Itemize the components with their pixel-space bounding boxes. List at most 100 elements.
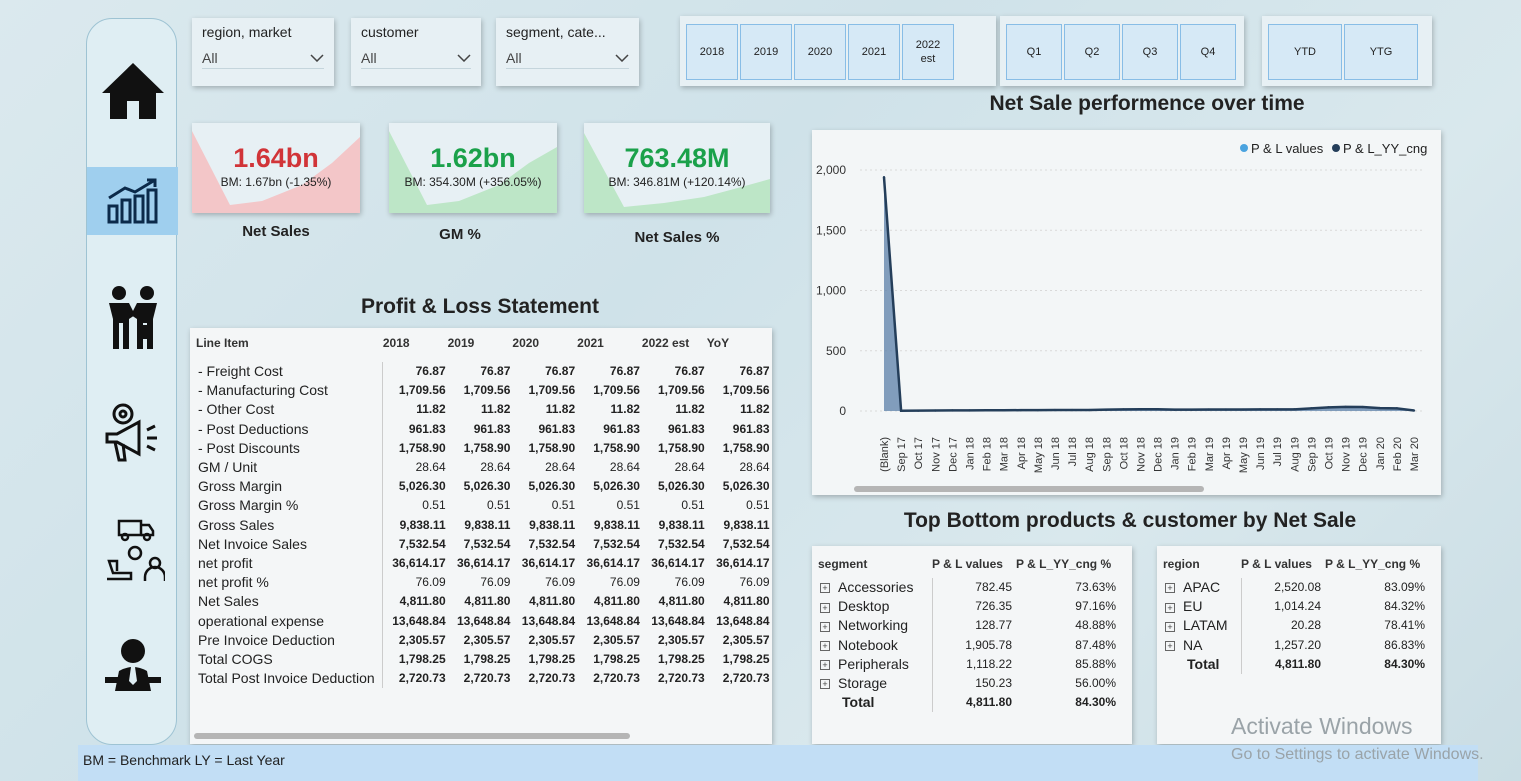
table-row[interactable]: net profit % 76.09 76.09 76.09 76.09 76.09 76.… [196,573,772,593]
column-header[interactable]: 2018 [383,334,448,362]
row-label: + Notebook [818,635,933,655]
table-cell: 1,709.56 [398,383,446,398]
table-cell: 73.63% [1075,580,1116,595]
table-row[interactable]: Gross Margin 5,026.30 5,026.30 5,026.30 5,02… [196,477,772,497]
kpi-card-net-sales-pct[interactable]: 763.48M BM: 346.81M (+120.14%) [584,123,770,213]
table-cell: 36,614.17 [651,555,705,570]
expand-plus-icon[interactable]: + [820,679,830,690]
expand-plus-icon[interactable]: + [1165,621,1175,632]
quarter-button[interactable]: Q3 [1122,24,1178,80]
table-row[interactable]: operational expense 13,648.84 13,648.84 13,… [196,611,772,631]
column-header[interactable]: YoY [707,334,772,362]
table-row[interactable]: + NA 1,257.20 86.83% [1163,635,1429,655]
table-cell: 9,838.11 [658,517,705,532]
activation-watermark-subtitle: Go to Settings to activate Windows. [1231,746,1484,763]
table-row[interactable]: Total Post Invoice Deduction 2,720.73 2,72… [196,669,772,689]
table-row[interactable]: + Storage 150.23 56.00% [818,673,1120,694]
table-cell: 961.83 [732,421,770,436]
quarter-button[interactable]: Q1 [1006,24,1062,80]
table-row[interactable]: + Accessories 782.45 73.63% [818,578,1120,598]
nav-supply-chain[interactable] [87,516,178,584]
expand-plus-icon[interactable]: + [820,583,830,594]
table-row[interactable]: Net Sales 4,811.80 4,811.80 4,811.80 4,811.8… [196,592,772,612]
slicer-customer[interactable]: customer All [351,18,481,86]
table-cell: 97.16% [1075,599,1116,614]
table-cell: 961.83 [538,421,576,436]
column-header[interactable]: segment [818,550,932,578]
table-row[interactable]: Total COGS 1,798.25 1,798.25 1,798.25 1,798.… [196,649,772,669]
year-button[interactable]: 2020 [794,24,846,80]
slicer-value: All [361,50,377,66]
table-row[interactable]: Net Invoice Sales 7,532.54 7,532.54 7,532.5… [196,534,772,554]
nav-home[interactable] [87,57,178,125]
column-header[interactable]: P & L values [932,550,1016,578]
table-cell: 20.28 [1290,618,1321,633]
data-point [1002,409,1005,412]
column-header[interactable]: 2019 [448,334,513,362]
column-header[interactable]: region [1163,550,1241,578]
column-header[interactable]: 2021 [577,334,642,362]
table-row[interactable]: Pre Invoice Deduction 2,305.57 2,305.57 2,3… [196,630,772,650]
table-row[interactable]: + Notebook 1,905.78 87.48% [818,635,1120,655]
quarter-button[interactable]: Q4 [1180,24,1236,80]
table-cell: 9,838.11 [464,517,511,532]
line-item-label: - Post Discounts [196,438,384,458]
table-cell: 48.88% [1075,618,1116,633]
table-row[interactable]: - Other Cost 11.82 11.82 11.82 11.82 11.82 11.… [196,400,772,420]
horizontal-scrollbar[interactable] [194,733,630,739]
table-row[interactable]: Gross Margin % 0.51 0.51 0.51 0.51 0.51 0.51 [196,496,772,516]
table-row[interactable]: + LATAM 20.28 78.41% [1163,616,1429,636]
segment-table-visual[interactable]: segment P & L values P & L_YY_cng % + Acc… [812,546,1132,744]
row-label-text: APAC [1183,579,1221,596]
slicer-segment-category[interactable]: segment, cate... All [496,18,639,86]
data-point [1019,408,1022,412]
table-row[interactable]: GM / Unit 28.64 28.64 28.64 28.64 28.64 28.64 [196,457,772,478]
column-header[interactable]: 2022 est [642,334,707,362]
table-cell: 1,798.25 [657,651,705,666]
column-header[interactable]: 2020 [512,334,577,362]
table-row[interactable]: + EU 1,014.24 84.32% [1163,597,1429,617]
nav-sales[interactable] [87,167,178,235]
table-row[interactable]: Gross Sales 9,838.11 9,838.11 9,838.11 9,838… [196,515,772,535]
net-sale-line-chart[interactable]: 0 500 1,000 1,500 2,000 (Blank) Sep 17 Oct 17 No… [812,130,1441,495]
year-button[interactable]: 2019 [740,24,792,80]
table-row[interactable]: + Peripherals 1,118.22 85.88% [818,654,1120,674]
y-tick-label: 1,000 [816,284,846,298]
x-tick-label: Nov 18 [1135,437,1147,472]
ytg-button[interactable]: YTG [1344,24,1418,80]
table-row[interactable]: - Manufacturing Cost 1,709.56 1,709.56 1,70… [196,381,772,401]
expand-plus-icon[interactable]: + [1165,640,1175,651]
nav-marketing[interactable] [87,399,178,467]
table-row[interactable]: + Networking 128.77 48.88% [818,616,1120,636]
column-header[interactable]: P & L_YY_cng % [1016,550,1120,578]
expand-plus-icon[interactable]: + [1165,602,1175,613]
expand-plus-icon[interactable]: + [1165,583,1175,594]
pl-table-visual[interactable]: Line Item 2018 2019 2020 2021 2022 est Y… [190,328,772,744]
table-row[interactable]: - Post Discounts 1,758.90 1,758.90 1,758.90… [196,438,772,458]
data-point [1412,409,1416,412]
year-button[interactable]: 2021 [848,24,900,80]
year-button[interactable]: 2018 [686,24,738,80]
expand-plus-icon[interactable]: + [820,660,830,671]
table-row[interactable]: net profit 36,614.17 36,614.17 36,614.17 36,… [196,553,772,574]
expand-plus-icon[interactable]: + [820,621,830,632]
year-button[interactable]: 2022 est [902,24,954,80]
kpi-card-net-sales[interactable]: 1.64bn BM: 1.67bn (-1.35%) [192,123,360,213]
column-header[interactable]: P & L_YY_cng % [1325,550,1429,578]
table-row[interactable]: - Post Deductions 961.83 961.83 961.83 961.8… [196,419,772,439]
table-cell: 150.23 [975,676,1012,691]
table-row[interactable]: + Desktop 726.35 97.16% [818,597,1120,617]
column-header[interactable]: Line Item [196,334,383,362]
table-row[interactable]: - Freight Cost 76.87 76.87 76.87 76.87 76.87 7… [196,362,772,382]
column-header[interactable]: P & L values [1241,550,1325,578]
table-row[interactable]: + APAC 2,520.08 83.09% [1163,578,1429,598]
nav-executive[interactable] [87,631,178,699]
slicer-region-market[interactable]: region, market All [192,18,334,86]
kpi-card-gm-pct[interactable]: 1.62bn BM: 354.30M (+356.05%) [389,123,557,213]
ytd-button[interactable]: YTD [1268,24,1342,80]
table-cell: 28.64 [480,460,511,475]
quarter-button[interactable]: Q2 [1064,24,1120,80]
expand-plus-icon[interactable]: + [820,602,830,613]
nav-customers[interactable] [87,284,178,352]
expand-plus-icon[interactable]: + [820,640,830,651]
